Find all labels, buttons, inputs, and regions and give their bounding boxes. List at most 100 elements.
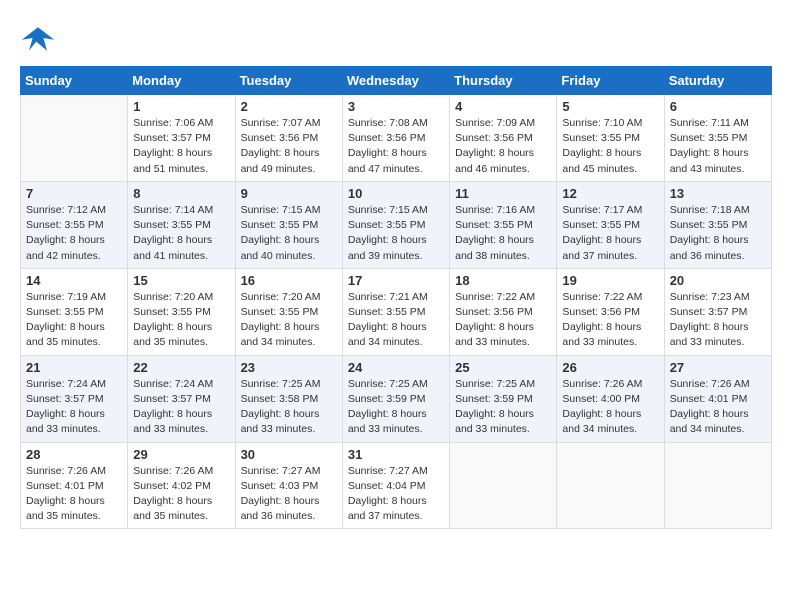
day-info: Sunrise: 7:12 AMSunset: 3:55 PMDaylight:… xyxy=(26,203,122,264)
day-info: Sunrise: 7:27 AMSunset: 4:04 PMDaylight:… xyxy=(348,464,444,525)
day-info: Sunrise: 7:22 AMSunset: 3:56 PMDaylight:… xyxy=(455,290,551,351)
day-number: 5 xyxy=(562,99,658,114)
day-number: 7 xyxy=(26,186,122,201)
day-number: 16 xyxy=(241,273,337,288)
day-info: Sunrise: 7:24 AMSunset: 3:57 PMDaylight:… xyxy=(26,377,122,438)
day-info: Sunrise: 7:27 AMSunset: 4:03 PMDaylight:… xyxy=(241,464,337,525)
day-number: 15 xyxy=(133,273,229,288)
day-number: 28 xyxy=(26,447,122,462)
day-info: Sunrise: 7:19 AMSunset: 3:55 PMDaylight:… xyxy=(26,290,122,351)
day-number: 1 xyxy=(133,99,229,114)
day-info: Sunrise: 7:17 AMSunset: 3:55 PMDaylight:… xyxy=(562,203,658,264)
day-info: Sunrise: 7:23 AMSunset: 3:57 PMDaylight:… xyxy=(670,290,766,351)
day-number: 6 xyxy=(670,99,766,114)
calendar-cell: 20 Sunrise: 7:23 AMSunset: 3:57 PMDayligh… xyxy=(664,268,771,355)
calendar-cell: 3 Sunrise: 7:08 AMSunset: 3:56 PMDaylight… xyxy=(342,95,449,182)
day-number: 11 xyxy=(455,186,551,201)
day-info: Sunrise: 7:15 AMSunset: 3:55 PMDaylight:… xyxy=(348,203,444,264)
calendar-cell: 10 Sunrise: 7:15 AMSunset: 3:55 PMDayligh… xyxy=(342,181,449,268)
calendar-cell: 15 Sunrise: 7:20 AMSunset: 3:55 PMDayligh… xyxy=(128,268,235,355)
day-number: 12 xyxy=(562,186,658,201)
calendar-table: SundayMondayTuesdayWednesdayThursdayFrid… xyxy=(20,66,772,529)
day-number: 20 xyxy=(670,273,766,288)
day-info: Sunrise: 7:26 AMSunset: 4:00 PMDaylight:… xyxy=(562,377,658,438)
calendar-cell: 11Sunrise: 7:16 AMSunset: 3:55 PMDayligh… xyxy=(450,181,557,268)
calendar-cell: 6 Sunrise: 7:11 AMSunset: 3:55 PMDaylight… xyxy=(664,95,771,182)
day-number: 3 xyxy=(348,99,444,114)
calendar-cell: 25Sunrise: 7:25 AMSunset: 3:59 PMDayligh… xyxy=(450,355,557,442)
calendar-cell xyxy=(21,95,128,182)
day-info: Sunrise: 7:25 AMSunset: 3:58 PMDaylight:… xyxy=(241,377,337,438)
day-number: 18 xyxy=(455,273,551,288)
calendar-cell: 24Sunrise: 7:25 AMSunset: 3:59 PMDayligh… xyxy=(342,355,449,442)
calendar-cell xyxy=(664,442,771,529)
calendar-cell: 23 Sunrise: 7:25 AMSunset: 3:58 PMDayligh… xyxy=(235,355,342,442)
calendar-cell xyxy=(557,442,664,529)
day-number: 19 xyxy=(562,273,658,288)
day-info: Sunrise: 7:21 AMSunset: 3:55 PMDaylight:… xyxy=(348,290,444,351)
day-number: 4 xyxy=(455,99,551,114)
calendar-cell: 19Sunrise: 7:22 AMSunset: 3:56 PMDayligh… xyxy=(557,268,664,355)
day-info: Sunrise: 7:06 AMSunset: 3:57 PMDaylight:… xyxy=(133,116,229,177)
weekday-header-sunday: Sunday xyxy=(21,67,128,95)
day-info: Sunrise: 7:20 AMSunset: 3:55 PMDaylight:… xyxy=(133,290,229,351)
calendar-cell: 16 Sunrise: 7:20 AMSunset: 3:55 PMDayligh… xyxy=(235,268,342,355)
calendar-cell: 14 Sunrise: 7:19 AMSunset: 3:55 PMDayligh… xyxy=(21,268,128,355)
calendar-cell: 8 Sunrise: 7:14 AMSunset: 3:55 PMDaylight… xyxy=(128,181,235,268)
calendar-cell xyxy=(450,442,557,529)
calendar-cell: 2Sunrise: 7:07 AMSunset: 3:56 PMDaylight… xyxy=(235,95,342,182)
logo xyxy=(20,20,62,56)
weekday-header-thursday: Thursday xyxy=(450,67,557,95)
calendar-cell: 1 Sunrise: 7:06 AMSunset: 3:57 PMDaylight… xyxy=(128,95,235,182)
weekday-header-tuesday: Tuesday xyxy=(235,67,342,95)
calendar-cell: 22Sunrise: 7:24 AMSunset: 3:57 PMDayligh… xyxy=(128,355,235,442)
logo-bird-icon xyxy=(20,20,56,56)
day-info: Sunrise: 7:08 AMSunset: 3:56 PMDaylight:… xyxy=(348,116,444,177)
day-info: Sunrise: 7:11 AMSunset: 3:55 PMDaylight:… xyxy=(670,116,766,177)
page-header xyxy=(20,20,772,56)
day-number: 14 xyxy=(26,273,122,288)
calendar-cell: 17 Sunrise: 7:21 AMSunset: 3:55 PMDayligh… xyxy=(342,268,449,355)
day-number: 17 xyxy=(348,273,444,288)
calendar-cell: 31 Sunrise: 7:27 AMSunset: 4:04 PMDayligh… xyxy=(342,442,449,529)
weekday-header-friday: Friday xyxy=(557,67,664,95)
calendar-cell: 18 Sunrise: 7:22 AMSunset: 3:56 PMDayligh… xyxy=(450,268,557,355)
calendar-week-row: 14 Sunrise: 7:19 AMSunset: 3:55 PMDayligh… xyxy=(21,268,772,355)
day-number: 30 xyxy=(241,447,337,462)
calendar-week-row: 28 Sunrise: 7:26 AMSunset: 4:01 PMDayligh… xyxy=(21,442,772,529)
day-info: Sunrise: 7:26 AMSunset: 4:02 PMDaylight:… xyxy=(133,464,229,525)
calendar-cell: 21 Sunrise: 7:24 AMSunset: 3:57 PMDayligh… xyxy=(21,355,128,442)
day-info: Sunrise: 7:26 AMSunset: 4:01 PMDaylight:… xyxy=(670,377,766,438)
day-number: 25 xyxy=(455,360,551,375)
day-number: 8 xyxy=(133,186,229,201)
calendar-header-row: SundayMondayTuesdayWednesdayThursdayFrid… xyxy=(21,67,772,95)
day-number: 10 xyxy=(348,186,444,201)
day-number: 23 xyxy=(241,360,337,375)
day-number: 27 xyxy=(670,360,766,375)
weekday-header-monday: Monday xyxy=(128,67,235,95)
calendar-cell: 4Sunrise: 7:09 AMSunset: 3:56 PMDaylight… xyxy=(450,95,557,182)
day-number: 22 xyxy=(133,360,229,375)
day-info: Sunrise: 7:15 AMSunset: 3:55 PMDaylight:… xyxy=(241,203,337,264)
calendar-cell: 7 Sunrise: 7:12 AMSunset: 3:55 PMDaylight… xyxy=(21,181,128,268)
day-info: Sunrise: 7:20 AMSunset: 3:55 PMDaylight:… xyxy=(241,290,337,351)
calendar-cell: 9Sunrise: 7:15 AMSunset: 3:55 PMDaylight… xyxy=(235,181,342,268)
calendar-week-row: 1 Sunrise: 7:06 AMSunset: 3:57 PMDaylight… xyxy=(21,95,772,182)
calendar-week-row: 21 Sunrise: 7:24 AMSunset: 3:57 PMDayligh… xyxy=(21,355,772,442)
day-info: Sunrise: 7:18 AMSunset: 3:55 PMDaylight:… xyxy=(670,203,766,264)
calendar-cell: 27 Sunrise: 7:26 AMSunset: 4:01 PMDayligh… xyxy=(664,355,771,442)
day-number: 21 xyxy=(26,360,122,375)
day-number: 29 xyxy=(133,447,229,462)
calendar-cell: 28 Sunrise: 7:26 AMSunset: 4:01 PMDayligh… xyxy=(21,442,128,529)
day-number: 31 xyxy=(348,447,444,462)
weekday-header-saturday: Saturday xyxy=(664,67,771,95)
calendar-cell: 29 Sunrise: 7:26 AMSunset: 4:02 PMDayligh… xyxy=(128,442,235,529)
day-number: 2 xyxy=(241,99,337,114)
day-info: Sunrise: 7:14 AMSunset: 3:55 PMDaylight:… xyxy=(133,203,229,264)
calendar-cell: 5 Sunrise: 7:10 AMSunset: 3:55 PMDaylight… xyxy=(557,95,664,182)
day-info: Sunrise: 7:10 AMSunset: 3:55 PMDaylight:… xyxy=(562,116,658,177)
weekday-header-wednesday: Wednesday xyxy=(342,67,449,95)
calendar-cell: 13Sunrise: 7:18 AMSunset: 3:55 PMDayligh… xyxy=(664,181,771,268)
day-info: Sunrise: 7:26 AMSunset: 4:01 PMDaylight:… xyxy=(26,464,122,525)
calendar-cell: 26Sunrise: 7:26 AMSunset: 4:00 PMDayligh… xyxy=(557,355,664,442)
